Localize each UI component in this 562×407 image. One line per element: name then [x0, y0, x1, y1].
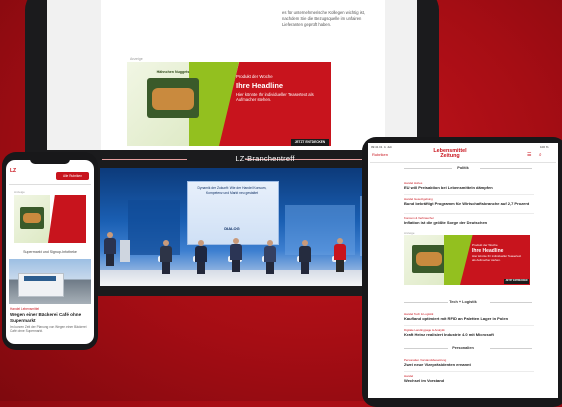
section-title-politik[interactable]: Politik [370, 166, 556, 170]
ad-label: Anzeige [130, 57, 143, 61]
phone-section-title: Supermarkt und Signup-Infotheke [23, 250, 77, 254]
ad-product-label: Hähnchen Nuggets [156, 70, 190, 74]
section-title-tech[interactable]: Tech + Logistik [370, 300, 556, 304]
section-title-personalien[interactable]: Personalien [370, 346, 556, 350]
tablet-status-time: 09:41 Di. 4. Juli [371, 145, 392, 149]
article-title[interactable]: Wechsel im Vorstand [404, 378, 534, 383]
phone-divider [9, 184, 91, 185]
ad-kicker: Produkt der Woche [236, 74, 273, 79]
ad-cta-button[interactable]: JETZT ENTDECKEN [291, 139, 329, 146]
phone-logo[interactable]: LZ [10, 168, 16, 174]
tablet-ad-body: Hier könnte Ihr individueller Teasertext… [472, 254, 522, 262]
article-title[interactable]: EU will Preisaktion bei Lebensmitteln dä… [404, 185, 534, 190]
tablet-header-icons[interactable]: ☰ ⌕ [527, 152, 545, 158]
article-text: es für unternehmerische Kollegen wichtig… [282, 10, 366, 27]
article-divider [404, 194, 534, 195]
article-title[interactable]: Bund bekräftigt Programm für Wirtschafts… [404, 201, 534, 206]
phone-article-kicker: Handel Lebensmittel [10, 307, 40, 311]
tablet-logo-line2: Zeitung [440, 153, 460, 160]
phone-photo-sign [24, 276, 56, 281]
article-title[interactable]: Inflation ist die größte Sorge der Deuts… [404, 220, 534, 225]
phone-ad-food [23, 213, 41, 223]
phone-article-teaser: Im kurzen Zeit der Planung von Wegen ein… [10, 325, 87, 334]
lectern [120, 240, 130, 262]
stage-screen-logo: DIALOG [224, 226, 240, 231]
stage-screen-left [128, 200, 180, 255]
article-title[interactable]: Zwei neue Vizepräsidenten ernannt [404, 362, 534, 367]
article-divider [404, 371, 534, 372]
phone-menu-button[interactable]: Alle Rubriken [56, 172, 89, 180]
ad-product-food [152, 88, 194, 110]
tablet-battery: 100 % [540, 145, 549, 149]
ad-headline: Ihre Headline [236, 81, 284, 90]
tablet-ad-cta[interactable]: JETZT ENTDECKEN [504, 279, 529, 284]
phone-article-headline[interactable]: Wegen einer Bäckerei Café ohne Supermark… [10, 312, 88, 323]
stage-screen-text: Dynamik der Zukunft: Wie der Handel Kons… [197, 186, 267, 195]
article-divider [404, 213, 534, 214]
ad-body: Hier könnte Ihr individueller Teasertext… [236, 92, 314, 103]
tablet-ad-kicker: Produkt der Woche [472, 243, 498, 247]
tablet-menu-link[interactable]: Rubriken [372, 152, 388, 157]
phone-ad-banner[interactable] [14, 195, 86, 243]
phone-ad-label: Anzeige [14, 190, 25, 194]
tablet-header-divider [370, 162, 556, 163]
smartphone-notch [30, 158, 70, 164]
phone-ad-red-panel [48, 195, 86, 243]
tablet-logo[interactable]: Lebensmittel Zeitung [420, 148, 480, 160]
tablet-ad-food [416, 252, 442, 266]
tablet-ad-banner[interactable]: Produkt der Woche Ihre Headline Hier kön… [404, 235, 530, 285]
product-ad-banner[interactable]: Hähnchen Nuggets Produkt der Woche Ihre … [127, 62, 331, 146]
page-margin-left [47, 0, 101, 150]
page-margin-right [385, 0, 417, 150]
article-divider [404, 325, 534, 326]
article-title[interactable]: Kaufland optimiert mit RFID an Paletten … [404, 316, 534, 321]
article-title[interactable]: Kraft Heinz realisiert Industrie 4.0 mit… [404, 332, 534, 337]
